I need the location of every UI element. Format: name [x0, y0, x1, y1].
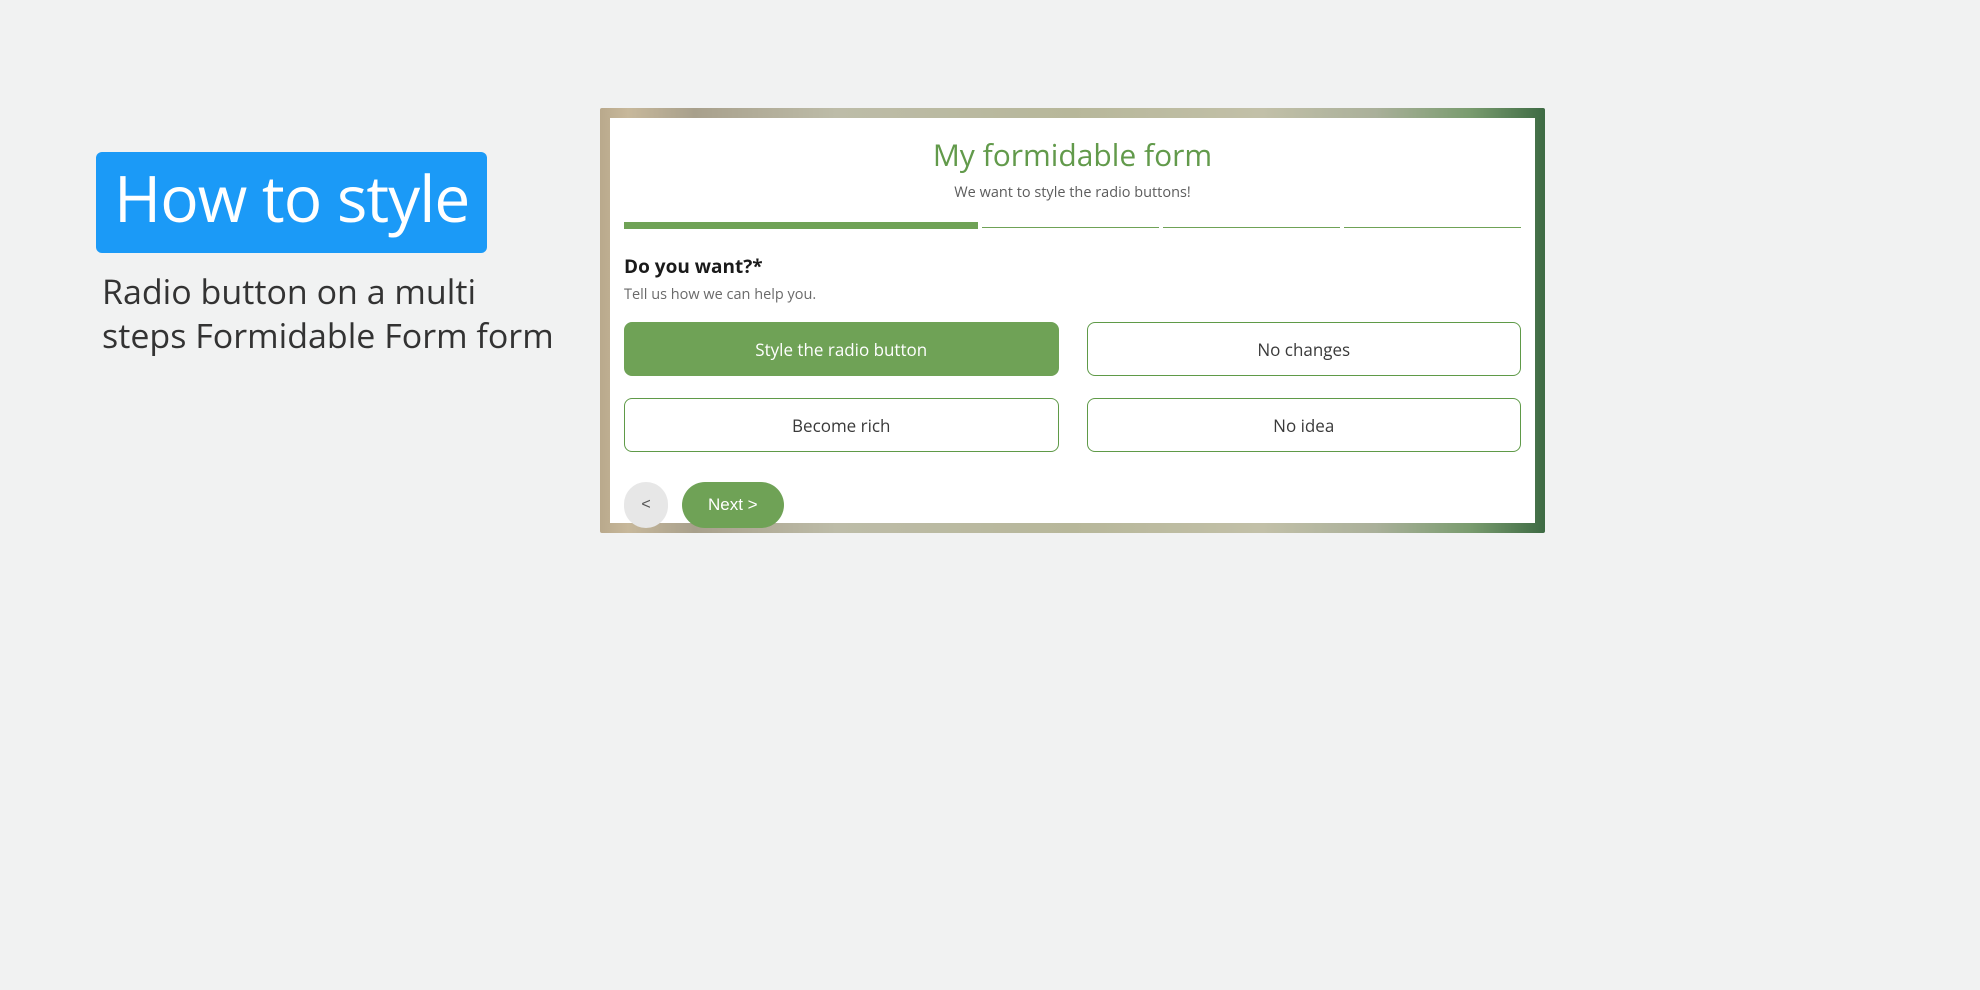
radio-options-grid: Style the radio button No changes Become…	[624, 322, 1521, 452]
form-screenshot-frame: My formidable form We want to style the …	[600, 108, 1545, 533]
form-card: My formidable form We want to style the …	[610, 118, 1535, 523]
radio-option-no-changes[interactable]: No changes	[1087, 322, 1522, 376]
progress-step-4	[1344, 222, 1521, 228]
radio-option-label: No changes	[1257, 338, 1350, 361]
radio-option-label: Style the radio button	[755, 338, 927, 361]
progress-step-3	[1163, 222, 1340, 228]
question-label: Do you want?*	[624, 253, 1521, 279]
progress-step-1	[624, 222, 978, 229]
form-nav-row: < Next >	[624, 482, 1521, 528]
progress-step-2	[982, 222, 1159, 228]
radio-option-label: Become rich	[792, 414, 890, 437]
article-subtitle: Radio button on a multi steps Formidable…	[96, 269, 566, 357]
radio-option-no-idea[interactable]: No idea	[1087, 398, 1522, 452]
next-button[interactable]: Next >	[682, 482, 784, 528]
radio-option-style[interactable]: Style the radio button	[624, 322, 1059, 376]
radio-option-become-rich[interactable]: Become rich	[624, 398, 1059, 452]
badge-how-to-style: How to style	[96, 152, 487, 253]
article-heading-block: How to style Radio button on a multi ste…	[96, 152, 566, 357]
prev-button[interactable]: <	[624, 482, 668, 528]
question-help-text: Tell us how we can help you.	[624, 285, 1521, 304]
form-description: We want to style the radio buttons!	[624, 183, 1521, 202]
progress-bar	[624, 222, 1521, 229]
form-title: My formidable form	[624, 134, 1521, 175]
radio-option-label: No idea	[1273, 414, 1334, 437]
